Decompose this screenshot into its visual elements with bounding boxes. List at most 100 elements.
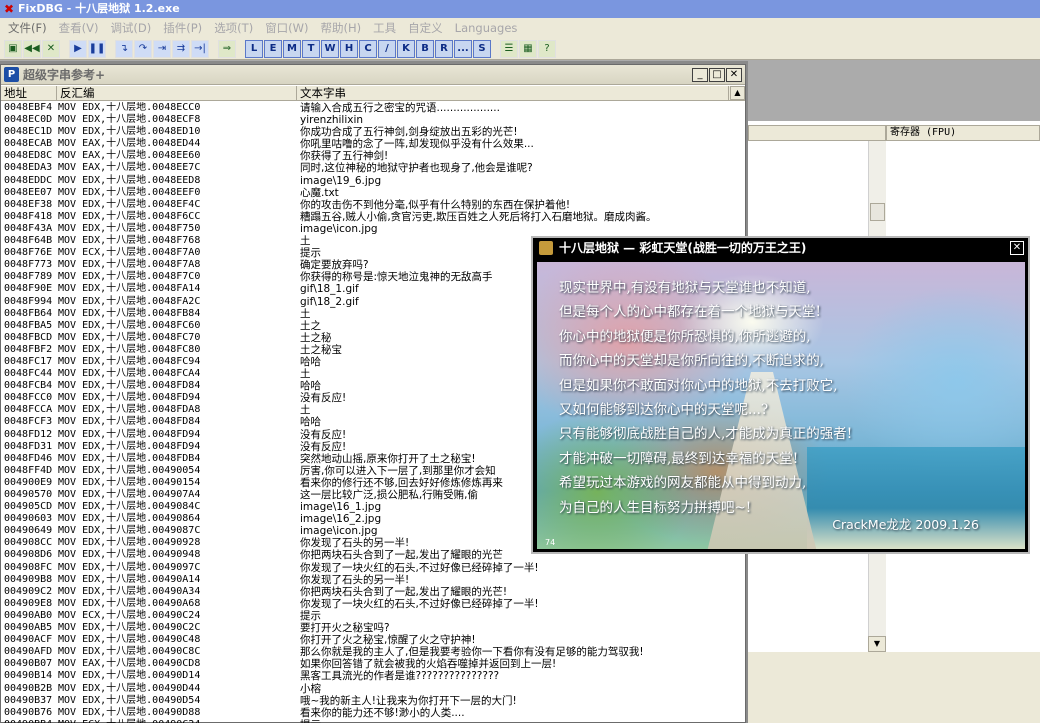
window-button[interactable]: L — [245, 39, 263, 58]
menu-item[interactable]: Languages — [449, 18, 524, 38]
dialog-caption: 十八层地狱 — 彩虹天堂(战胜一切的万王之王) ✕ — [533, 238, 1028, 258]
table-row[interactable]: 00490B37 MOV EDX,十八层地.00490D54 哦~我的新主人!让我来… — [1, 695, 745, 707]
maximize-button[interactable]: □ — [709, 68, 725, 82]
window-button[interactable]: K — [397, 39, 415, 58]
table-row[interactable]: 00490AFD MOV EDX,十八层地.00490C8C 那么你就是我的主人了,… — [1, 646, 745, 658]
table-row[interactable]: 0048EDDC MOV EDX,十八层地.0048EED8 image\19_6.… — [1, 175, 745, 187]
menu-item[interactable]: 调试(D) — [104, 18, 157, 38]
crackme-dialog: 十八层地狱 — 彩虹天堂(战胜一切的万王之王) ✕ 现实世界中,有没有地狱与天堂… — [531, 236, 1030, 554]
table-row[interactable]: 0048F418 MOV EDX,十八层地.0048F6CC 糟蹋五谷,贼人小偷,贪… — [1, 211, 745, 223]
window-button[interactable]: ... — [454, 39, 472, 58]
pause-icon[interactable]: ❚❚ — [88, 39, 106, 58]
cell-addr: 0048FC44 — [4, 368, 53, 380]
table-row[interactable]: 0048EBF4 MOV EDX,十八层地.0048ECC0 请输入合成五行之密宝的… — [1, 102, 745, 114]
table-row[interactable]: 004908FC MOV EDX,十八层地.0049097C 你发现了一块火红的石头… — [1, 562, 745, 574]
window-button[interactable]: / — [378, 39, 396, 58]
window-button[interactable]: E — [264, 39, 282, 58]
menu-item[interactable]: 选项(T) — [208, 18, 259, 38]
cell-text: 哈哈 — [300, 380, 321, 393]
window-button[interactable]: B — [416, 39, 434, 58]
table-row[interactable]: 004909B8 MOV EDX,十八层地.00490A14 你发现了石头的另一半! — [1, 574, 745, 586]
cell-text: 看来你的能力还不够!渺小的人类.... — [300, 706, 465, 719]
table-row[interactable]: 00490B07 MOV EAX,十八层地.00490CD8 如果你回答错了就会被我… — [1, 658, 745, 670]
cell-addr: 0048F43A — [4, 222, 53, 234]
cell-disasm: MOV EDX,十八层地.0048FD84 — [58, 380, 201, 392]
menu-item[interactable]: 插件(P) — [157, 18, 208, 38]
cell-addr: 0048FF4D — [4, 464, 53, 476]
table-row[interactable]: 004909C2 MOV EDX,十八层地.00490A34 你把两块石头合到了一起… — [1, 586, 745, 598]
table-row[interactable]: 0048ECAB MOV EAX,十八层地.0048ED44 你吼里咕噜的念了一阵,… — [1, 138, 745, 150]
step-over-icon[interactable]: ↷ — [134, 39, 152, 58]
cell-addr: 0048FBF2 — [4, 343, 53, 355]
plugin-icon: P — [4, 67, 19, 82]
cell-addr: 00490B07 — [4, 658, 53, 670]
scroll-thumb[interactable] — [870, 203, 885, 221]
run-icon[interactable]: ▶ — [69, 39, 87, 58]
table-row[interactable]: 00490AB5 MOV EDX,十八层地.00490C2C 要打开火之秘宝吗? — [1, 622, 745, 634]
window-buttons: L E M T W H C / K B R... S — [245, 39, 492, 58]
window-button[interactable]: R — [435, 39, 453, 58]
col-text-string[interactable]: 文本字串 — [297, 86, 729, 100]
execute-till-return-icon[interactable]: →| — [191, 39, 209, 58]
cell-text: 你获得了五行神剑! — [300, 150, 389, 163]
menu-item[interactable]: 窗口(W) — [259, 18, 314, 38]
cell-addr: 00490AB0 — [4, 609, 53, 621]
cell-text: 糟蹋五谷,贼人小偷,贪官污吏,欺压百姓之人死后将打入石磨地狱。磨成肉酱。 — [300, 210, 657, 223]
col-disassembly[interactable]: 反汇编 — [57, 86, 297, 100]
window-button[interactable]: H — [340, 39, 358, 58]
cell-disasm: MOV EDX,十八层地.0049087C — [58, 525, 201, 537]
table-row[interactable]: 00490B76 MOV EDX,十八层地.00490D88 看来你的能力还不够!渺… — [1, 707, 745, 719]
window-button[interactable]: S — [473, 39, 491, 58]
poem-text: 现实世界中,有没有地狱与天堂谁也不知道, 但是每个人的心中都存在着一个地狱与天堂!… — [559, 276, 1019, 520]
menu-item[interactable]: 文件(F) — [2, 18, 53, 38]
table-row[interactable]: 0048EC1D MOV EDX,十八层地.0048ED10 你成功合成了五行神剑,… — [1, 126, 745, 138]
cell-disasm: MOV EDX,十八层地.00490C48 — [58, 634, 201, 646]
cell-addr: 0048F789 — [4, 271, 53, 283]
menu-item[interactable]: 工具 — [367, 18, 402, 38]
col-address[interactable]: 地址 — [1, 86, 57, 100]
window-button[interactable]: M — [283, 39, 301, 58]
window-button[interactable]: W — [321, 39, 339, 58]
table-row[interactable]: 0048EC0D MOV EDX,十八层地.0048ECF8 yirenzhilix… — [1, 114, 745, 126]
poem-line: 而你心中的天堂却是你所向往的,不断追求的, — [559, 353, 825, 370]
menu-item[interactable]: 查看(V) — [53, 18, 105, 38]
cell-text: 土 — [300, 307, 311, 320]
help-icon[interactable]: ? — [538, 39, 556, 58]
cell-text: 同时,这位神秘的地狱守护者也现身了,他会是谁呢? — [300, 162, 533, 175]
table-row[interactable]: 00490ACF MOV EDX,十八层地.00490C48 你打开了火之秘宝,惊醒… — [1, 634, 745, 646]
close-process-icon[interactable]: ✕ — [42, 39, 60, 58]
cell-disasm: MOV EDX,十八层地.0048FC60 — [58, 319, 201, 331]
table-row[interactable]: 0048EDA3 MOV EAX,十八层地.0048EE7C 同时,这位神秘的地狱守… — [1, 162, 745, 174]
window-button[interactable]: C — [359, 39, 377, 58]
cell-text: image\16_1.jpg — [300, 501, 382, 514]
menu-item[interactable]: 自定义 — [402, 18, 449, 38]
trace-into-icon[interactable]: ⇥ — [153, 39, 171, 58]
table-row[interactable]: 0048EE07 MOV EDX,十八层地.0048EEF0 心魔.txt — [1, 187, 745, 199]
table-row[interactable]: 004909E8 MOV EDX,十八层地.00490A68 你发现了一块火红的石头… — [1, 598, 745, 610]
cell-disasm: MOV EDX,十八层地.00490948 — [58, 549, 201, 561]
table-row[interactable]: 0048ED8C MOV EAX,十八层地.0048EE60 你获得了五行神剑! — [1, 150, 745, 162]
restart-icon[interactable]: ◀◀ — [23, 39, 41, 58]
table-row[interactable]: 0048EF38 MOV EDX,十八层地.0048EF4C 你的攻击伤不到他分毫,… — [1, 199, 745, 211]
grid-icon[interactable]: ▦ — [519, 39, 537, 58]
table-row[interactable]: 00490BB4 MOV ECX,十八层地.00490C24 提示 — [1, 719, 745, 723]
table-row[interactable]: 0048F43A MOV EDX,十八层地.0048F750 image\icon.… — [1, 223, 745, 235]
table-row[interactable]: 00490B2B MOV EDX,十八层地.00490D44 小榕 — [1, 683, 745, 695]
goto-icon[interactable]: ⇒ — [218, 39, 236, 58]
scroll-down-button[interactable]: ▼ — [868, 636, 886, 652]
window-button[interactable]: T — [302, 39, 320, 58]
table-row[interactable]: 00490AB0 MOV ECX,十八层地.00490C24 提示 — [1, 610, 745, 622]
open-icon[interactable]: ▣ — [4, 39, 22, 58]
trace-over-icon[interactable]: ⇉ — [172, 39, 190, 58]
rainbow-heaven-image: 现实世界中,有没有地狱与天堂谁也不知道, 但是每个人的心中都存在着一个地狱与天堂!… — [537, 262, 1025, 549]
list-icon[interactable]: ☰ — [500, 39, 518, 58]
close-button[interactable]: ✕ — [726, 68, 742, 82]
step-into-icon[interactable]: ↴ — [115, 39, 133, 58]
dialog-close-button[interactable]: ✕ — [1010, 241, 1024, 255]
menu-item[interactable]: 帮助(H) — [315, 18, 368, 38]
table-row[interactable]: 00490B14 MOV EDX,十八层地.00490D14 黑客工具流光的作者是谁… — [1, 670, 745, 682]
cell-text: 这一层比较广泛,损公肥私,行贿受贿,偷 — [300, 489, 479, 501]
minimize-button[interactable]: _ — [692, 68, 708, 82]
cell-disasm: MOV EDX,十八层地.004907A4 — [58, 489, 201, 500]
scroll-up-button[interactable]: ▲ — [730, 86, 745, 100]
